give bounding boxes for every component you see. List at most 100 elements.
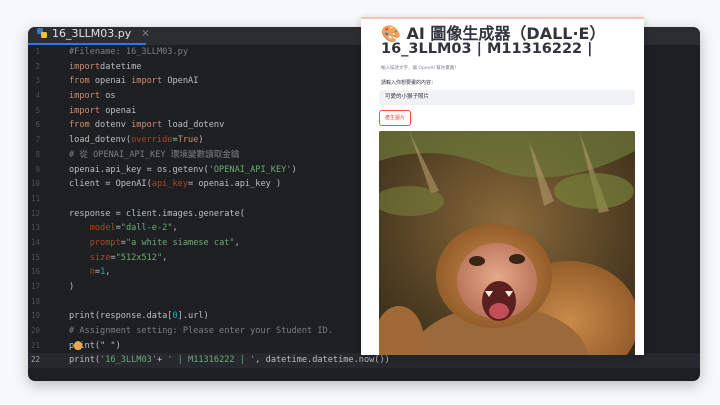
code-text: # 從 OPENAI_API_KEY 環境變數讀取金鑰	[69, 148, 239, 163]
code-token: )	[69, 282, 75, 292]
prompt-input[interactable]: 可愛的小猴子照片	[379, 90, 635, 105]
code-token: OpenAI	[162, 76, 199, 87]
generate-image-button[interactable]: 產生圖片	[379, 110, 412, 126]
code-token: os	[100, 91, 116, 102]
code-text: client = OpenAI(api_key= openai.api_key …	[69, 177, 281, 192]
generated-image	[379, 131, 635, 355]
code-token: api_key	[151, 179, 189, 190]
code-token: True	[177, 135, 199, 146]
code-token: model	[89, 223, 116, 234]
line-number: 17	[30, 282, 40, 291]
python-file-icon	[37, 28, 47, 38]
code-token: import	[69, 91, 101, 102]
code-token: ,	[105, 267, 111, 278]
code-token: 'OPENAI_API_KEY'	[208, 164, 292, 175]
line-number: 1	[35, 47, 40, 56]
close-tab-icon[interactable]: ×	[141, 28, 149, 39]
code-text: importdatetime	[69, 60, 141, 75]
line-number: 8	[35, 149, 40, 159]
code-token: client = OpenAI(	[69, 179, 152, 190]
code-line[interactable]: 22 print('16_3LLM03'+ ' | M11316222 | ', …	[28, 353, 700, 369]
code-text: size="512x512",	[69, 251, 168, 266]
code-token: openai	[89, 76, 132, 87]
code-token: import	[69, 61, 101, 72]
code-text: openai.api_key = os.getenv('OPENAI_API_K…	[69, 163, 297, 178]
line-number: 12	[30, 208, 40, 218]
code-token: override	[131, 135, 173, 146]
code-text: model="dall-e-2",	[69, 221, 178, 236]
code-token: #Filename: 16_3LLM03.py	[69, 47, 188, 57]
code-token: print(	[69, 355, 101, 366]
code-token: '16_3LLM03'	[100, 355, 157, 366]
code-text: from dotenv import load_dotenv	[69, 118, 224, 133]
code-token: response = client.images.generate(	[69, 208, 245, 219]
code-token: load_dotenv	[162, 120, 225, 131]
code-text: print(" ")	[69, 339, 121, 354]
code-token: import	[131, 120, 163, 131]
line-number: 22	[30, 355, 40, 365]
code-token: print(response.data[	[69, 311, 173, 322]
prompt-input-label: 請輸入你想要畫的內容：	[381, 80, 437, 86]
code-token: "dall-e-2"	[120, 223, 173, 234]
monkey-photo-image	[379, 131, 635, 355]
code-token: import	[131, 76, 163, 87]
code-token: )	[291, 164, 297, 175]
code-token: ' | M11316222 | '	[167, 355, 256, 366]
line-number: 14	[30, 237, 40, 247]
line-number: 7	[35, 135, 40, 145]
line-number: 11	[30, 193, 40, 203]
code-text: response = client.images.generate(	[69, 207, 245, 222]
code-token: +	[156, 355, 168, 366]
code-token: dotenv	[89, 120, 132, 131]
code-token: , datetime.datetime.now())	[255, 355, 390, 366]
code-token: size	[89, 252, 111, 263]
code-token: from	[69, 120, 90, 131]
code-token: "512x512"	[115, 252, 163, 263]
line-number: 18	[30, 296, 40, 306]
code-token: load_dotenv(	[69, 135, 132, 146]
code-token: ,	[172, 223, 178, 234]
code-token: = openai.api_key )	[188, 179, 282, 190]
line-number: 2	[35, 61, 40, 71]
line-number: 5	[35, 105, 40, 115]
code-text: from openai import OpenAI	[69, 74, 198, 89]
code-text: load_dotenv(override=True)	[69, 133, 204, 148]
code-token: # 從 OPENAI_API_KEY 環境變數讀取金鑰	[69, 149, 240, 160]
code-text: import os	[69, 89, 116, 104]
app-caption: 輸入描述文字，讓 OpenAI 幫你畫圖！	[381, 66, 459, 71]
line-number: 13	[30, 223, 40, 233]
code-text: n=1,	[69, 265, 111, 280]
line-number: 3	[35, 76, 40, 86]
line-number: 9	[35, 164, 40, 174]
line-number: 21	[30, 340, 40, 350]
line-number: 20	[30, 326, 40, 336]
code-token: "a white siamese cat"	[125, 237, 235, 248]
app-subtitle: 16_3LLM03 | M11316222 |	[381, 41, 593, 57]
code-token: import	[69, 105, 101, 116]
code-token: print(" ")	[69, 340, 121, 351]
code-text: )	[69, 280, 74, 295]
code-text: prompt="a white siamese cat",	[69, 236, 240, 251]
code-token: datetime	[100, 61, 142, 72]
code-text: import openai	[69, 104, 136, 119]
code-text: print(response.data[0].url)	[69, 309, 209, 324]
code-token: openai	[100, 105, 137, 116]
line-number: 10	[30, 179, 40, 189]
line-number: 19	[30, 311, 40, 321]
code-text: #Filename: 16_3LLM03.py	[69, 45, 188, 60]
line-number: 6	[35, 120, 40, 130]
code-token: ,	[162, 252, 168, 263]
line-number: 15	[30, 252, 40, 262]
line-number: 16	[30, 267, 40, 277]
code-token: openai.api_key = os.getenv(	[69, 164, 209, 175]
code-token: prompt	[89, 237, 121, 248]
file-tab-label: 16_3LLM03.py	[52, 27, 132, 40]
code-text: print('16_3LLM03'+ ' | M11316222 | ', da…	[69, 353, 390, 368]
code-token: # Assignment setting: Please enter your …	[69, 326, 333, 337]
line-number: 4	[35, 91, 40, 101]
code-token: ].url)	[177, 311, 209, 322]
code-text: # Assignment setting: Please enter your …	[69, 324, 333, 339]
